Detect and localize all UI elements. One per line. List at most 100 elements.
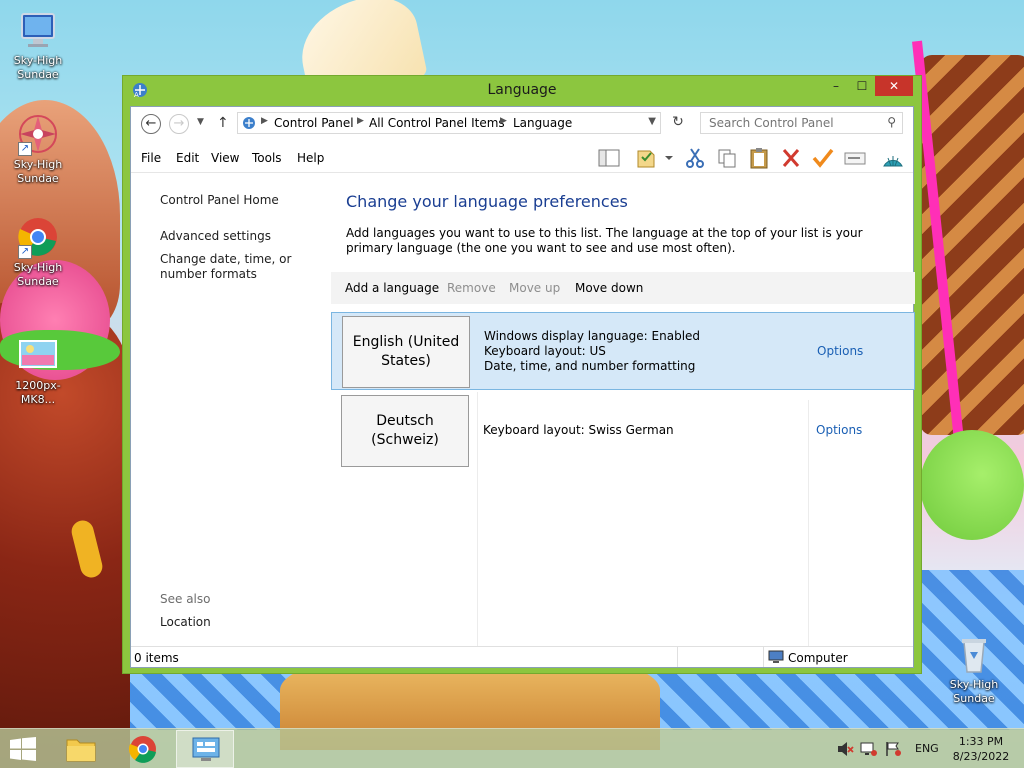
start-button[interactable] — [9, 737, 37, 761]
change-date-time-link[interactable]: Change date, time, or number formats — [160, 252, 325, 282]
language-name-tile[interactable]: Deutsch (Schweiz) — [341, 395, 469, 467]
language-name: Deutsch (Schweiz) — [371, 413, 439, 448]
input-language-indicator[interactable]: ENG — [915, 742, 939, 755]
computer-icon — [16, 8, 60, 52]
chrome-icon — [128, 736, 156, 763]
main-pane: Change your language preferences Add lan… — [331, 174, 915, 646]
rename-icon[interactable] — [843, 147, 867, 169]
breadcrumb-language[interactable]: Language — [513, 116, 572, 130]
breadcrumb-separator-icon: ▶ — [357, 116, 364, 126]
language-row-deutsch[interactable]: Deutsch (Schweiz) Keyboard layout: Swiss… — [331, 392, 915, 467]
minimize-button[interactable]: – — [823, 76, 849, 96]
page-title: Change your language preferences — [346, 192, 628, 211]
window-client: ← → ▼ ↑ ▶ Control Panel ▶ All Control Pa… — [130, 106, 915, 668]
breadcrumb-separator-icon: ▶ — [261, 116, 268, 126]
forward-button[interactable]: → — [169, 114, 189, 134]
recent-pages-dropdown[interactable]: ▼ — [197, 117, 204, 127]
properties-dropdown-icon[interactable] — [657, 147, 673, 169]
search-input[interactable] — [701, 113, 876, 133]
language-detail: Date, time, and number formatting — [484, 359, 696, 373]
language-name: English (United States) — [352, 334, 460, 369]
windows-logo-icon — [10, 737, 36, 761]
language-row-english[interactable]: English (United States) Windows display … — [331, 312, 915, 390]
desktop-icon-label: Sky-High Sundae — [13, 158, 63, 185]
search-box[interactable]: ⚲ — [700, 112, 903, 134]
search-icon[interactable]: ⚲ — [887, 115, 896, 129]
action-center-flag-icon[interactable] — [884, 741, 902, 757]
navigation-bar: ← → ▼ ↑ ▶ Control Panel ▶ All Control Pa… — [131, 107, 913, 143]
volume-muted-icon[interactable] — [836, 741, 854, 757]
up-button[interactable]: ↑ — [217, 115, 229, 131]
move-down-button[interactable]: Move down — [575, 281, 643, 295]
desktop-icon-recycle-bin[interactable]: Sky-High Sundae — [936, 632, 1012, 706]
title-bar[interactable]: A Language – ☐ ✕ — [123, 76, 921, 104]
back-button[interactable]: ← — [141, 114, 161, 134]
mandala-icon: ↗ — [16, 112, 60, 156]
desktop-icon-label: Sky-High Sundae — [13, 54, 63, 81]
advanced-settings-link[interactable]: Advanced settings — [160, 229, 271, 244]
taskbar-file-explorer[interactable] — [52, 730, 110, 768]
menu-edit[interactable]: Edit — [176, 151, 199, 165]
item-count: 0 items — [134, 651, 179, 665]
refresh-button[interactable]: ↻ — [667, 112, 689, 134]
menu-bar: File Edit View Tools Help — [131, 143, 913, 173]
move-up-button[interactable]: Move up — [509, 281, 560, 295]
location-link[interactable]: Location — [160, 615, 211, 630]
cut-icon[interactable] — [683, 147, 707, 169]
desktop-icon-computer[interactable]: Sky-High Sundae — [0, 8, 76, 82]
arrow-left-icon: ← — [145, 116, 157, 131]
computer-icon — [768, 650, 784, 664]
copy-icon[interactable] — [715, 147, 739, 169]
paste-icon[interactable] — [747, 147, 771, 169]
desktop-icon-image[interactable]: 1200px-MK8... — [0, 333, 76, 407]
breadcrumb-control-panel[interactable]: Control Panel — [274, 116, 354, 130]
properties-icon[interactable] — [634, 147, 658, 169]
close-button[interactable]: ✕ — [875, 76, 913, 96]
intro-text: Add languages you want to use to this li… — [346, 226, 863, 255]
taskbar: ENG 1:33 PM 8/23/2022 — [0, 728, 1024, 768]
add-language-button[interactable]: Add a language — [345, 281, 439, 295]
address-bar[interactable]: ▶ Control Panel ▶ All Control Panel Item… — [237, 112, 661, 134]
folder-icon — [66, 739, 96, 762]
menu-view[interactable]: View — [211, 151, 239, 165]
status-bar: 0 items Computer — [131, 646, 913, 667]
command-bar: Add a language Remove Move up Move down — [331, 272, 915, 304]
control-panel-icon — [192, 737, 220, 761]
address-dropdown-icon[interactable]: ▼ — [648, 116, 656, 127]
menu-file[interactable]: File — [141, 151, 161, 165]
control-panel-home-link[interactable]: Control Panel Home — [160, 193, 279, 208]
taskbar-chrome[interactable] — [114, 730, 172, 768]
options-link-english[interactable]: Options — [817, 344, 863, 358]
arrow-up-icon: ↑ — [217, 115, 229, 131]
shortcut-arrow-icon: ↗ — [18, 142, 32, 156]
check-icon[interactable] — [811, 147, 835, 169]
language-name-tile[interactable]: English (United States) — [342, 316, 470, 388]
network-icon[interactable] — [860, 741, 878, 757]
maximize-button[interactable]: ☐ — [849, 76, 875, 96]
arrow-right-icon: → — [173, 116, 185, 131]
menu-tools[interactable]: Tools — [252, 151, 282, 165]
language-window: A Language – ☐ ✕ ← → ▼ ↑ ▶ Control Panel… — [122, 75, 922, 674]
desktop-icon-shortcut[interactable]: ↗ Sky-High Sundae — [0, 112, 76, 186]
wallpaper-green-scoop — [920, 430, 1024, 540]
clock-time: 1:33 PM — [958, 735, 1004, 748]
language-detail: Keyboard layout: US — [484, 344, 606, 358]
shell-icon[interactable] — [881, 147, 905, 169]
left-pane: Control Panel Home Advanced settings Cha… — [131, 174, 331, 646]
menu-help[interactable]: Help — [297, 151, 324, 165]
image-file-icon — [16, 333, 60, 377]
taskbar-control-panel[interactable] — [176, 730, 234, 768]
layout-pane-icon[interactable] — [597, 147, 621, 169]
breadcrumb-separator-icon: ▶ — [500, 116, 507, 126]
desktop-icon-chrome[interactable]: ↗ Sky-High Sundae — [0, 215, 76, 289]
see-also-label: See also — [160, 592, 211, 606]
breadcrumb-all-items[interactable]: All Control Panel Items — [369, 116, 505, 130]
chevron-down-icon: ▼ — [197, 117, 204, 127]
delete-icon[interactable] — [779, 147, 803, 169]
options-link-deutsch[interactable]: Options — [816, 423, 862, 437]
language-detail: Windows display language: Enabled — [484, 329, 701, 343]
clock[interactable]: 1:33 PM 8/23/2022 — [948, 734, 1014, 764]
status-location: Computer — [788, 651, 848, 665]
desktop-icon-label: 1200px-MK8... — [15, 379, 61, 406]
remove-button[interactable]: Remove — [447, 281, 496, 295]
